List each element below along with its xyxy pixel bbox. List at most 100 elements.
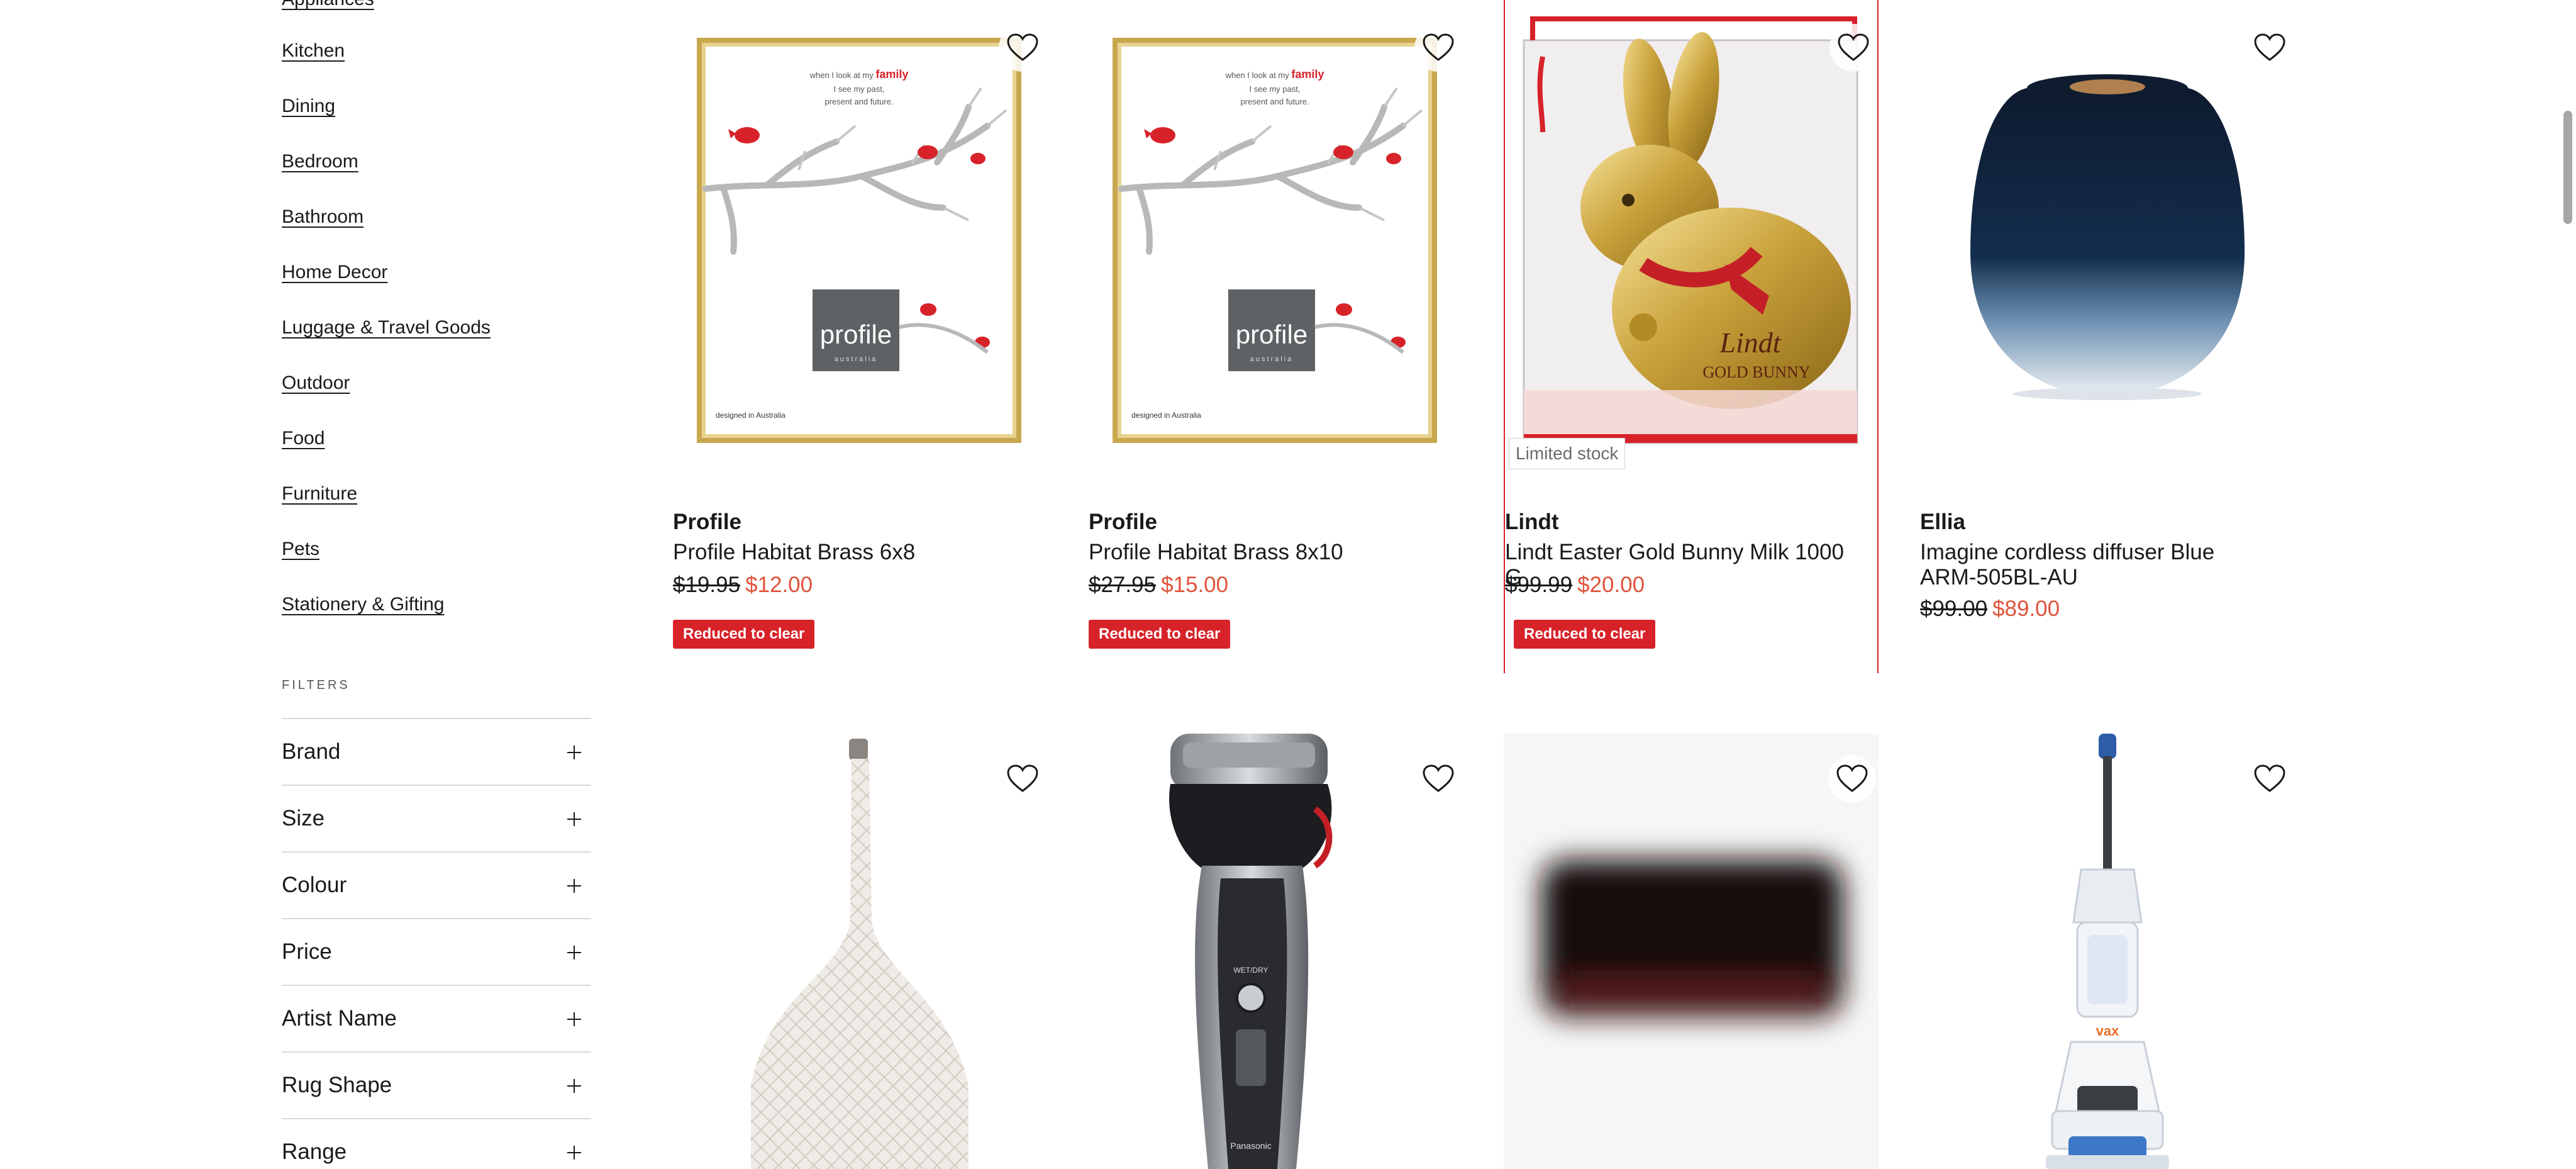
category-link-kitchen[interactable]: Kitchen xyxy=(282,39,345,63)
was-price: $27.95 xyxy=(1089,573,1157,597)
category-link-luggage[interactable]: Luggage & Travel Goods xyxy=(282,316,491,340)
product-brand: Lindt xyxy=(1505,510,1559,534)
vase-diffuser-image xyxy=(751,739,969,1169)
product-image[interactable]: vax xyxy=(1920,734,2295,1169)
product-image[interactable]: when I look at my family I see my past, … xyxy=(1089,0,1463,478)
frame-image: when I look at my family I see my past, … xyxy=(697,38,1021,443)
category-link-furniture[interactable]: Furniture xyxy=(282,482,357,506)
blurred-product-image xyxy=(1504,734,1879,1169)
filter-label: Size xyxy=(282,806,325,831)
svg-text:present and future.: present and future. xyxy=(824,97,893,106)
category-link-food[interactable]: Food xyxy=(282,427,325,450)
plus-icon xyxy=(567,1012,581,1026)
svg-text:profile: profile xyxy=(820,320,892,349)
product-brand: Ellia xyxy=(1920,510,1965,534)
filter-range[interactable]: Range xyxy=(282,1118,591,1169)
product-image[interactable] xyxy=(673,734,1048,1169)
stock-badge: Limited stock xyxy=(1509,438,1626,469)
plus-icon xyxy=(567,946,581,959)
svg-text:profile: profile xyxy=(1236,320,1307,349)
wishlist-button[interactable] xyxy=(999,24,1046,72)
product-brand: Profile xyxy=(673,510,741,534)
sale-badge: Reduced to clear xyxy=(1089,620,1231,649)
filter-label: Artist Name xyxy=(282,1006,397,1031)
svg-text:Lindt: Lindt xyxy=(1719,327,1781,359)
diffuser-image xyxy=(1970,74,2245,400)
product-image[interactable]: WET/DRY Panasonic xyxy=(1089,734,1463,1169)
wishlist-button[interactable] xyxy=(1829,24,1877,72)
svg-text:designed in Australia: designed in Australia xyxy=(716,411,786,420)
filter-label: Brand xyxy=(282,739,341,764)
page-scrollbar[interactable] xyxy=(2557,0,2576,1169)
heart-icon xyxy=(1838,33,1869,61)
product-card-7[interactable] xyxy=(1504,734,1879,1169)
svg-text:australia: australia xyxy=(1250,355,1294,363)
product-name[interactable]: Profile Habitat Brass 6x8 xyxy=(673,540,1025,565)
category-link-dining[interactable]: Dining xyxy=(282,94,335,118)
plus-icon xyxy=(567,1079,581,1093)
filter-label: Rug Shape xyxy=(282,1073,392,1097)
heart-icon xyxy=(2254,764,2285,792)
svg-text:australia: australia xyxy=(835,355,878,363)
product-name[interactable]: Imagine cordless diffuser Blue ARM-505BL… xyxy=(1920,540,2272,590)
filter-label: Range xyxy=(282,1139,347,1164)
scrollbar-thumb[interactable] xyxy=(2563,111,2572,224)
svg-text:designed in Australia: designed in Australia xyxy=(1131,411,1201,420)
product-name[interactable]: Profile Habitat Brass 8x10 xyxy=(1089,540,1441,565)
product-price: $99.99 $20.00 xyxy=(1505,571,1645,599)
filter-label: Price xyxy=(282,939,332,964)
heart-icon xyxy=(1423,764,1454,792)
sale-badge: Reduced to clear xyxy=(673,620,815,649)
sale-price: $15.00 xyxy=(1161,573,1229,597)
sale-price: $20.00 xyxy=(1577,573,1645,597)
product-card-1[interactable]: when I look at my family I see my past, … xyxy=(673,0,1048,673)
product-card-5[interactable] xyxy=(673,734,1048,1169)
category-link-bedroom[interactable]: Bedroom xyxy=(282,150,358,174)
shaver-image: WET/DRY Panasonic xyxy=(1169,734,1333,1169)
gold-bunny-image: Lindt GOLD BUNNY xyxy=(1523,16,1858,444)
filter-rug-shape[interactable]: Rug Shape xyxy=(282,1051,591,1118)
wishlist-button[interactable] xyxy=(2246,755,2294,803)
product-image[interactable]: when I look at my family I see my past, … xyxy=(673,0,1048,478)
product-price: $19.95 $12.00 xyxy=(673,571,813,599)
heart-icon xyxy=(2254,33,2285,61)
svg-text:present and future.: present and future. xyxy=(1240,97,1309,106)
product-card-4[interactable]: Ellia Imagine cordless diffuser Blue ARM… xyxy=(1920,0,2295,673)
wishlist-button[interactable] xyxy=(999,755,1046,803)
product-image[interactable]: Lindt GOLD BUNNY Limited stock xyxy=(1505,0,1880,478)
product-card-6[interactable]: WET/DRY Panasonic xyxy=(1089,734,1463,1169)
was-price: $99.99 xyxy=(1505,573,1573,597)
filter-colour[interactable]: Colour xyxy=(282,851,591,918)
was-price: $99.00 xyxy=(1920,596,1988,621)
product-card-3[interactable]: Lindt GOLD BUNNY Limited stock Lindt Lin… xyxy=(1504,0,1879,673)
filter-size[interactable]: Size xyxy=(282,785,591,851)
filters-heading: FILTERS xyxy=(282,678,350,692)
product-card-2[interactable]: when I look at my family I see my past, … xyxy=(1089,0,1463,673)
category-link-appliances[interactable]: Appliances xyxy=(282,0,374,11)
wishlist-button[interactable] xyxy=(1414,755,1462,803)
carpet-cleaner-image: vax xyxy=(2046,734,2169,1169)
svg-text:vax: vax xyxy=(2096,1023,2119,1039)
plus-icon xyxy=(567,879,581,893)
category-link-home-decor[interactable]: Home Decor xyxy=(282,260,387,284)
filter-artist-name[interactable]: Artist Name xyxy=(282,985,591,1051)
category-link-stationery[interactable]: Stationery & Gifting xyxy=(282,593,444,617)
plus-icon xyxy=(567,812,581,826)
wishlist-button[interactable] xyxy=(1414,24,1462,72)
category-link-bathroom[interactable]: Bathroom xyxy=(282,205,364,229)
product-card-8[interactable]: vax xyxy=(1920,734,2295,1169)
wishlist-button[interactable] xyxy=(1828,755,1876,803)
product-brand: Profile xyxy=(1089,510,1157,534)
frame-image: when I look at my family I see my past, … xyxy=(1113,38,1437,443)
product-price: $99.00 $89.00 xyxy=(1920,595,2060,623)
wishlist-button[interactable] xyxy=(2246,24,2294,72)
product-image[interactable] xyxy=(1504,734,1879,1169)
sidebar: Appliances Kitchen Dining Bedroom Bathro… xyxy=(282,0,591,1169)
plus-icon xyxy=(567,746,581,759)
category-link-pets[interactable]: Pets xyxy=(282,537,319,561)
filter-brand[interactable]: Brand xyxy=(282,718,591,785)
category-link-outdoor[interactable]: Outdoor xyxy=(282,371,350,395)
sale-badge: Reduced to clear xyxy=(1514,620,1656,649)
product-image[interactable] xyxy=(1920,0,2295,478)
filter-price[interactable]: Price xyxy=(282,918,591,985)
